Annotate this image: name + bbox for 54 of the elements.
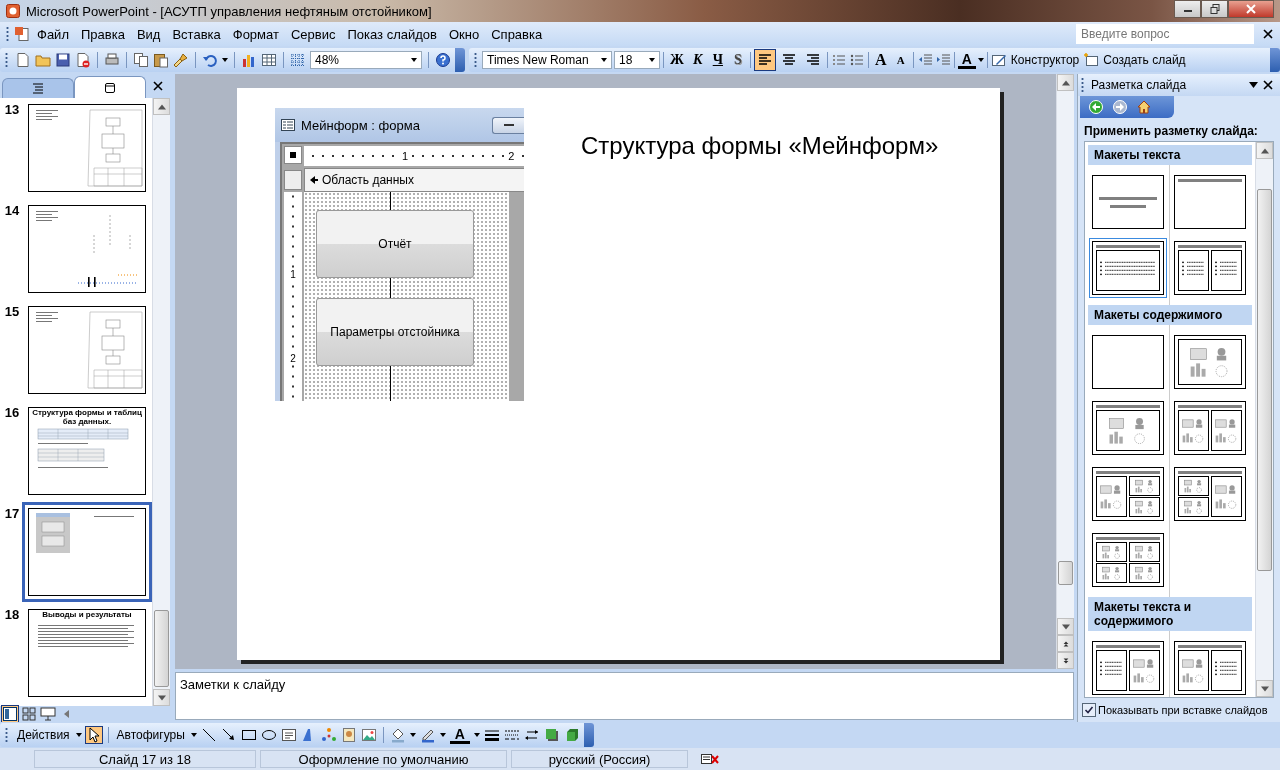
slide-number: 14 — [4, 203, 20, 218]
slide-title: Структура формы «Мейнформ» — [581, 132, 939, 161]
ruler-number: 1 — [400, 150, 411, 162]
slide-number: 18 — [4, 607, 20, 622]
menu-item[interactable]: Файл — [32, 24, 74, 44]
font-color-button[interactable]: A — [449, 726, 470, 744]
grow-font-button[interactable]: A — [871, 50, 890, 70]
form-title: Мейнформ : форма — [301, 117, 420, 133]
zoom-combo[interactable]: 48% — [310, 51, 422, 69]
menu-item[interactable]: Формат — [227, 24, 284, 44]
menu-item[interactable]: Окно — [444, 24, 485, 44]
italic-button[interactable]: К — [688, 50, 707, 70]
font-combo[interactable]: Times New Roman — [482, 51, 612, 69]
autoshapes-menu-button[interactable]: Автофигуры — [114, 728, 187, 742]
ruler-number: 2 — [506, 150, 517, 162]
underline-button[interactable]: Ч — [708, 50, 727, 70]
menu-item[interactable]: Показ слайдов — [342, 24, 442, 44]
menu-item[interactable]: Вид — [131, 24, 166, 44]
menu-item[interactable]: Правка — [75, 24, 130, 44]
layout-group-header: Макеты текста и содержимого — [1088, 597, 1252, 631]
ruler-number: 1 — [290, 268, 296, 280]
ruler-number: 2 — [290, 353, 296, 365]
layout-group-header: Макеты содержимого — [1088, 305, 1252, 325]
menu-item[interactable]: Сервис — [285, 24, 341, 44]
slide-thumbnail[interactable]: Структура формы и таблиц баз данных. — [22, 401, 152, 501]
status-text: Слайд 17 из 18 — [34, 750, 256, 768]
layout-heading: Применить разметку слайда: — [1083, 123, 1259, 140]
window-title: Microsoft PowerPoint - [АСУТП управления нефтяным отстойником] — [26, 3, 432, 19]
form-button[interactable]: Отчёт — [316, 210, 474, 278]
bold-button[interactable]: Ж — [667, 50, 687, 70]
slide-thumbnail[interactable]: Выводы и результаты — [22, 603, 152, 703]
form-button[interactable]: Параметры отстойника — [316, 298, 474, 366]
slide-number: 16 — [4, 405, 20, 420]
slide-title-text: Структура формы и таблиц баз данных. — [32, 409, 142, 427]
status-text: Оформление по умолчанию — [260, 750, 507, 768]
menu-item[interactable]: Справка — [486, 24, 548, 44]
actions-menu-button[interactable]: Действия — [15, 728, 72, 742]
layout-group-header: Макеты текста — [1088, 145, 1252, 165]
notes-field[interactable]: Заметки к слайду — [175, 672, 1074, 720]
slide-number: 13 — [4, 102, 20, 117]
section-label: Область данных — [322, 173, 414, 187]
menu-item[interactable]: Вставка — [167, 24, 226, 44]
shadow-button[interactable]: S — [728, 50, 747, 70]
help-search-field[interactable]: Введите вопрос — [1076, 24, 1254, 44]
status-text: русский (Россия) — [511, 750, 688, 768]
shrink-font-button[interactable]: A — [891, 50, 910, 70]
designer-button[interactable]: Конструктор — [1008, 53, 1082, 67]
font-size-combo[interactable]: 18 — [614, 51, 660, 69]
checkbox-label: Показывать при вставке слайдов — [1098, 704, 1268, 716]
slide-number: 17 — [4, 506, 20, 521]
font-color-button[interactable]: A — [957, 51, 976, 69]
new-slide-button[interactable]: Создать слайд — [1101, 53, 1188, 67]
slide-number: 15 — [4, 304, 20, 319]
task-pane-title: Разметка слайда — [1091, 78, 1187, 92]
